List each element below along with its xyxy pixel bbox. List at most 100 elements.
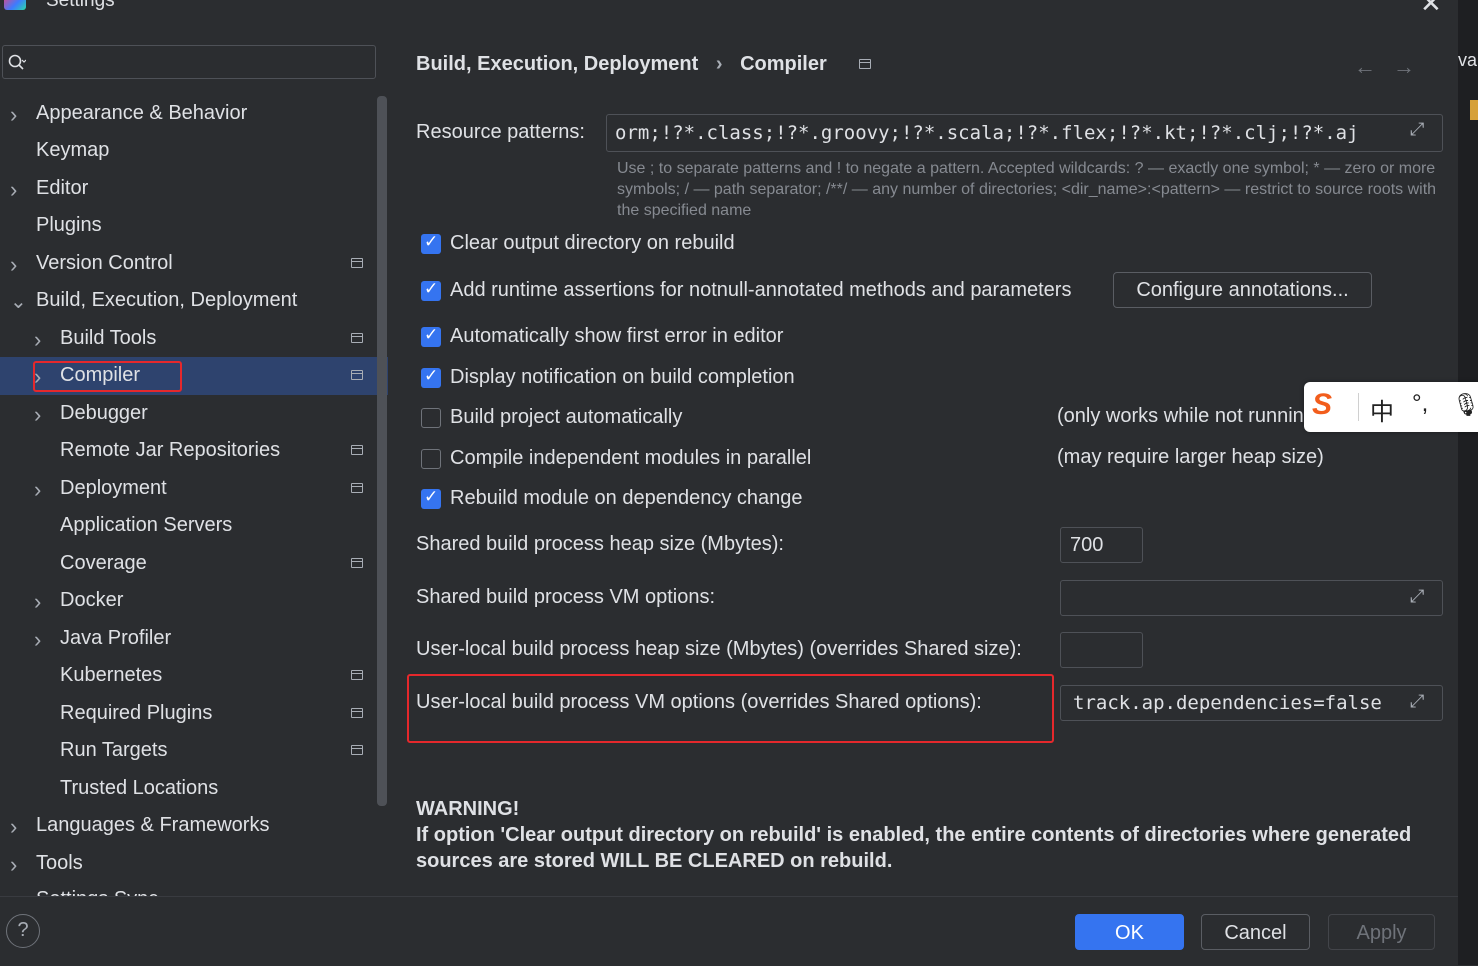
- chevron-right-icon[interactable]: ›: [34, 589, 41, 615]
- sidebar-item-build-execution-deployment[interactable]: Build, Execution, Deployment: [36, 289, 297, 312]
- chevron-right-icon[interactable]: ›: [34, 402, 41, 428]
- checkbox-checked[interactable]: [421, 279, 441, 301]
- forward-arrow-icon[interactable]: →: [1393, 54, 1415, 80]
- shared-vm-input[interactable]: [1060, 580, 1443, 616]
- chevron-right-icon[interactable]: ›: [34, 477, 41, 503]
- sidebar-item-appearance-behavior[interactable]: Appearance & Behavior: [36, 102, 247, 125]
- project-level-icon: [351, 708, 363, 718]
- sidebar-item-settings-sync[interactable]: Settings Sync: [36, 888, 158, 896]
- configure-annotations-button[interactable]: Configure annotations...: [1113, 272, 1372, 308]
- checkbox-unchecked[interactable]: [421, 449, 441, 469]
- sidebar-item-plugins[interactable]: Plugins: [36, 214, 102, 237]
- checkbox-label[interactable]: Add runtime assertions for notnull-annot…: [450, 279, 1071, 302]
- background-editor-text: va: [1458, 50, 1478, 70]
- background-editor-strip: [1458, 0, 1478, 965]
- checkbox-checked[interactable]: [421, 487, 441, 509]
- sidebar-item-version-control[interactable]: Version Control: [36, 252, 173, 275]
- sidebar-item-required-plugins[interactable]: Required Plugins: [60, 702, 212, 725]
- project-level-icon: [351, 445, 363, 455]
- ime-punctuation-toggle[interactable]: °,: [1412, 390, 1428, 418]
- sidebar-item-languages-frameworks[interactable]: Languages & Frameworks: [36, 814, 269, 837]
- chevron-right-icon[interactable]: ›: [34, 327, 41, 353]
- shared-vm-label: Shared build process VM options:: [416, 586, 716, 608]
- settings-search-input[interactable]: [2, 45, 376, 79]
- checkbox-note: (only works while not running / debuggin…: [1057, 405, 1303, 427]
- breadcrumb: Build, Execution, Deployment › Compiler: [416, 53, 827, 76]
- ime-language-toggle[interactable]: 中: [1370, 392, 1394, 427]
- project-level-icon: [351, 483, 363, 493]
- chevron-right-icon[interactable]: ›: [34, 627, 41, 653]
- sidebar-item-deployment[interactable]: Deployment: [60, 477, 167, 500]
- search-icon: [8, 54, 26, 70]
- shared-heap-value: 700: [1070, 534, 1104, 556]
- sidebar-item-debugger[interactable]: Debugger: [60, 402, 148, 425]
- expand-icon[interactable]: ⤢: [1410, 586, 1424, 607]
- app-logo-icon: [4, 0, 26, 10]
- checkbox-label[interactable]: Rebuild module on dependency change: [450, 487, 803, 510]
- checkbox-checked[interactable]: [421, 232, 441, 254]
- warning-text-block: WARNING! If option 'Clear output directo…: [416, 796, 1436, 874]
- project-level-icon: [859, 59, 871, 69]
- sidebar-item-coverage[interactable]: Coverage: [60, 552, 147, 575]
- checkbox-label[interactable]: Automatically show first error in editor: [450, 325, 783, 348]
- project-level-icon: [351, 333, 363, 343]
- breadcrumb-parent[interactable]: Build, Execution, Deployment: [416, 53, 698, 75]
- shared-heap-input[interactable]: 700: [1060, 527, 1143, 563]
- chevron-right-icon[interactable]: ›: [10, 102, 17, 128]
- checkbox-unchecked[interactable]: [421, 408, 441, 428]
- checkbox-label[interactable]: Clear output directory on rebuild: [450, 232, 735, 255]
- sidebar-item-java-profiler[interactable]: Java Profiler: [60, 627, 171, 650]
- user-vm-input[interactable]: track.ap.dependencies=false: [1060, 685, 1443, 721]
- chevron-down-icon[interactable]: ⌄: [10, 289, 27, 314]
- checkbox-label[interactable]: Build project automatically: [450, 406, 682, 429]
- ime-divider: [1358, 393, 1359, 421]
- sidebar-item-docker[interactable]: Docker: [60, 589, 123, 612]
- checkbox-label[interactable]: Display notification on build completion: [450, 366, 795, 389]
- sidebar-item-remote-jar-repositories[interactable]: Remote Jar Repositories: [60, 439, 280, 462]
- close-icon[interactable]: ✕: [1420, 0, 1442, 19]
- cancel-button[interactable]: Cancel: [1201, 914, 1310, 950]
- chevron-right-icon[interactable]: ›: [10, 252, 17, 278]
- window-title: Settings: [46, 0, 115, 11]
- checkbox-note: (may require larger heap size): [1057, 446, 1324, 468]
- chevron-right-icon[interactable]: ›: [10, 177, 17, 203]
- checkbox-checked[interactable]: [421, 325, 441, 347]
- sidebar-item-application-servers[interactable]: Application Servers: [60, 514, 232, 537]
- chevron-right-icon[interactable]: ›: [10, 814, 17, 840]
- expand-icon[interactable]: ⤢: [1410, 119, 1424, 140]
- checkbox-label[interactable]: Compile independent modules in parallel: [450, 447, 811, 470]
- user-heap-label: User-local build process heap size (Mbyt…: [416, 638, 1022, 660]
- sidebar-item-build-tools[interactable]: Build Tools: [60, 327, 156, 350]
- user-heap-input[interactable]: [1060, 632, 1143, 668]
- resource-patterns-field[interactable]: orm;!?*.class;!?*.groovy;!?*.scala;!?*.f…: [606, 114, 1443, 152]
- user-vm-value: track.ap.dependencies=false: [1073, 692, 1382, 714]
- ok-button[interactable]: OK: [1075, 914, 1184, 950]
- sidebar-item-trusted-locations[interactable]: Trusted Locations: [60, 777, 218, 800]
- resource-patterns-value: orm;!?*.class;!?*.groovy;!?*.scala;!?*.f…: [615, 122, 1359, 144]
- checkbox-checked[interactable]: [421, 366, 441, 388]
- help-button[interactable]: ?: [6, 914, 40, 948]
- apply-button[interactable]: Apply: [1328, 914, 1435, 950]
- sidebar-item-editor[interactable]: Editor: [36, 177, 88, 200]
- sidebar-item-keymap[interactable]: Keymap: [36, 139, 109, 162]
- highlight-box-user-vm-options: [407, 674, 1054, 743]
- sidebar-item-run-targets[interactable]: Run Targets: [60, 739, 167, 762]
- project-level-icon: [351, 558, 363, 568]
- ime-microphone-icon[interactable]: 🎙: [1452, 392, 1478, 418]
- breadcrumb-separator: ›: [715, 53, 723, 75]
- project-level-icon: [351, 745, 363, 755]
- sidebar-item-tools[interactable]: Tools: [36, 852, 83, 875]
- shared-heap-label: Shared build process heap size (Mbytes):: [416, 533, 784, 555]
- warning-title: WARNING!: [416, 798, 520, 820]
- sidebar-scrollbar[interactable]: [377, 96, 387, 806]
- chevron-right-icon[interactable]: ›: [10, 852, 17, 878]
- resource-patterns-hint: Use ; to separate patterns and ! to nega…: [617, 160, 1437, 219]
- sidebar-item-kubernetes[interactable]: Kubernetes: [60, 664, 162, 687]
- warning-body: If option 'Clear output directory on reb…: [416, 824, 1412, 872]
- editor-gutter-mark: [1470, 100, 1478, 120]
- expand-icon[interactable]: ⤢: [1410, 691, 1424, 712]
- back-arrow-icon[interactable]: ←: [1354, 54, 1376, 80]
- ime-logo-icon[interactable]: S: [1312, 388, 1332, 422]
- project-level-icon: [351, 258, 363, 268]
- resource-patterns-label: Resource patterns:: [416, 121, 585, 143]
